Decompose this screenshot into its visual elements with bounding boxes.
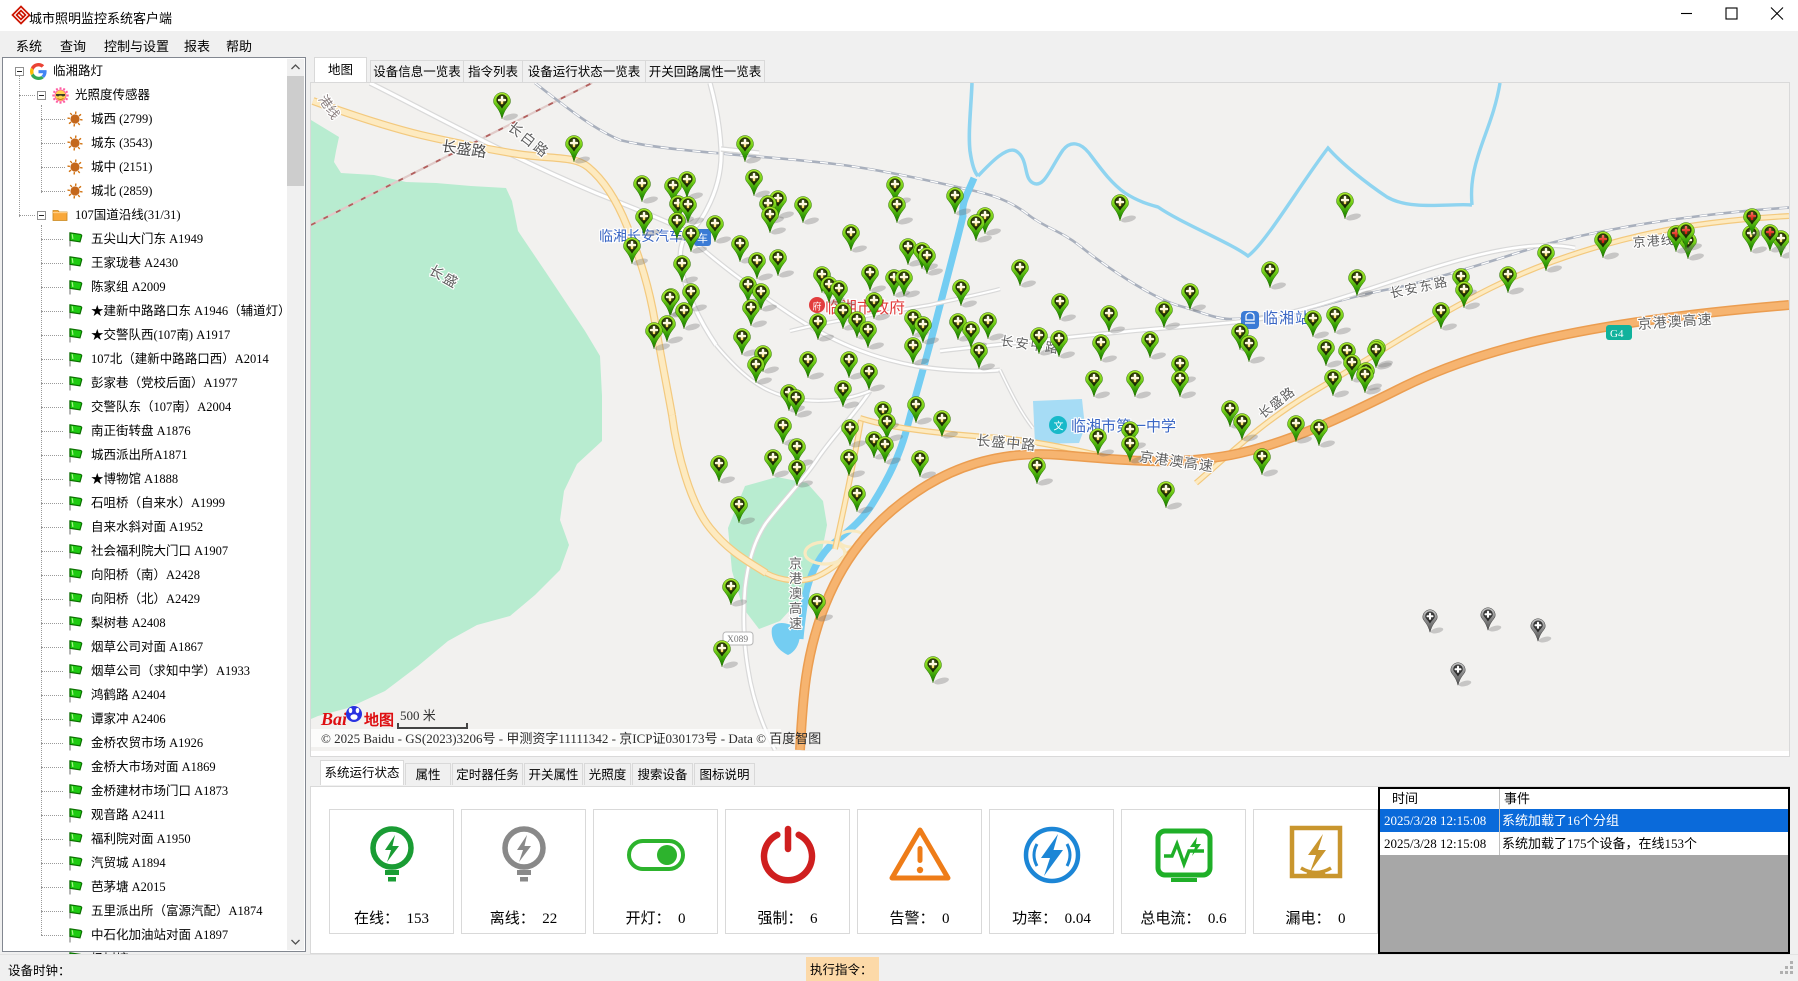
svg-text:© 2025 Baidu - GS(2023)3206号 -: © 2025 Baidu - GS(2023)3206号 - 甲测资字11111… — [321, 731, 821, 746]
svg-text:府: 府 — [813, 301, 822, 312]
svg-text:港: 港 — [789, 571, 802, 586]
svg-text:G4: G4 — [1610, 328, 1624, 340]
svg-text:500 米: 500 米 — [400, 708, 436, 723]
svg-text:澳: 澳 — [789, 586, 802, 601]
svg-text:文: 文 — [1054, 420, 1064, 433]
svg-text:高: 高 — [789, 601, 802, 616]
svg-text:速: 速 — [789, 616, 802, 631]
svg-text:Bai: Bai — [320, 709, 347, 729]
svg-text:京: 京 — [789, 556, 802, 571]
svg-text:临湘站: 临湘站 — [1263, 310, 1311, 327]
svg-text:地图: 地图 — [364, 711, 394, 729]
svg-text:X089: X089 — [727, 635, 748, 645]
